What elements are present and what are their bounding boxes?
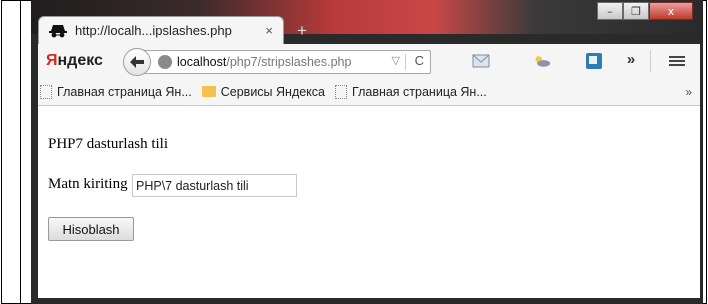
yandex-logo-rest: ндекс	[57, 52, 103, 69]
toolbar-separator	[650, 50, 651, 72]
mail-icon[interactable]	[472, 52, 490, 70]
reload-icon[interactable]: C	[415, 53, 424, 68]
url-host: localhost	[177, 55, 227, 69]
input-label: Matn kiriting	[48, 176, 128, 192]
hamburger-menu-icon[interactable]	[668, 52, 686, 70]
browser-tab[interactable]: http://localh...ipslashes.php ×	[38, 16, 284, 44]
url-dropdown-icon[interactable]: ▽	[392, 54, 400, 67]
browser-window: – ❐ x http://localh...ipslashes.php × + …	[31, 0, 703, 304]
tab-title: http://localh...ipslashes.php	[75, 23, 232, 38]
bookmark-item[interactable]: Сервисы Яндекса	[201, 84, 325, 99]
minimize-button[interactable]: –	[597, 2, 623, 20]
weather-icon[interactable]	[533, 52, 551, 70]
tab-close-icon[interactable]: ×	[265, 23, 273, 38]
more-tools-icon[interactable]: »	[622, 50, 640, 68]
folder-icon	[201, 86, 216, 97]
maximize-button[interactable]: ❐	[623, 2, 649, 20]
page-heading: PHP7 dasturlash tili	[48, 136, 169, 152]
globe-icon	[158, 55, 172, 69]
yandex-logo-first-letter: Я	[46, 52, 58, 69]
new-tab-button[interactable]: +	[297, 21, 307, 41]
window-controls: – ❐ x	[597, 2, 693, 20]
bookmarks-bar: Главная страница Ян... Сервисы Яндекса Г…	[38, 78, 700, 106]
page-icon	[335, 84, 347, 99]
back-arrow-icon	[130, 56, 144, 68]
bookmark-label: Главная страница Ян...	[57, 84, 192, 99]
close-window-button[interactable]: x	[649, 2, 693, 20]
text-input[interactable]	[132, 174, 297, 197]
bookmark-label: Главная страница Ян...	[352, 84, 487, 99]
bookmarks-overflow-icon[interactable]: »	[685, 85, 692, 99]
page-content: PHP7 dasturlash tili Matn kiriting Hisob…	[38, 106, 700, 298]
back-button[interactable]	[123, 48, 151, 76]
submit-button[interactable]: Hisoblash	[48, 217, 134, 241]
url-separator	[405, 54, 406, 70]
address-bar[interactable]: localhost/php7/stripslashes.php ▽ C	[143, 50, 431, 74]
bookmark-label: Сервисы Яндекса	[220, 84, 325, 99]
bookmark-item[interactable]: Главная страница Ян...	[335, 84, 487, 99]
yandex-disk-icon[interactable]	[585, 52, 603, 70]
incognito-icon	[49, 23, 67, 39]
document-table-divider	[20, 0, 21, 304]
url-path: /php7/stripslashes.php	[226, 55, 352, 69]
navigation-bar: Яндекс localhost/php7/stripslashes.php ▽…	[38, 44, 700, 78]
yandex-logo: Яндекс	[46, 52, 103, 70]
page-icon	[40, 84, 52, 99]
bookmark-item[interactable]: Главная страница Ян...	[40, 84, 192, 99]
